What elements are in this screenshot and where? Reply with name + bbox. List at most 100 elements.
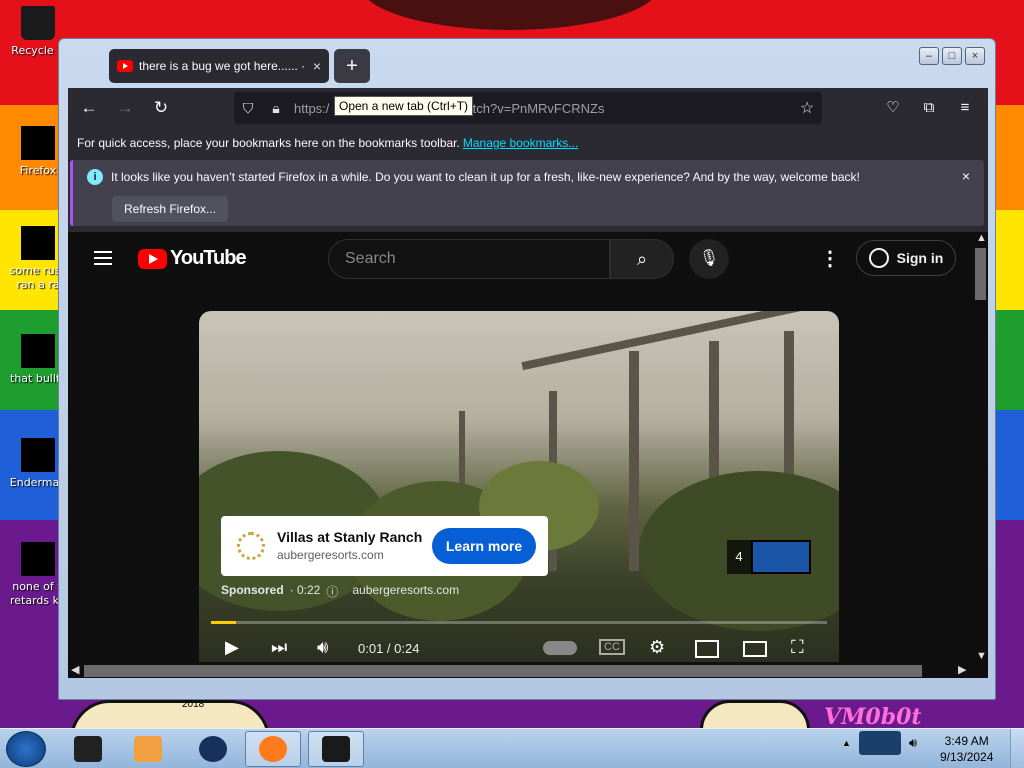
menu-icon[interactable]: ≡	[950, 92, 980, 122]
youtube-search-input[interactable]: Search	[328, 239, 610, 279]
recycle-bin-icon	[21, 6, 55, 40]
fullscreen-icon[interactable]: ⛶	[791, 637, 804, 658]
notification-message: It looks like you haven’t started Firefo…	[111, 170, 860, 184]
autoplay-toggle-icon[interactable]	[543, 641, 577, 655]
sign-in-button[interactable]: Sign in	[856, 240, 956, 276]
microphone-icon[interactable]: 🎙︎	[689, 239, 729, 279]
taskbar: ▲ 🔊︎ 3:49 AM 9/13/2024	[0, 728, 1024, 768]
wallpaper-cream-shape-right	[700, 700, 810, 728]
nav-bar: ← → ↻ ⛉ 🔒︎ https:/ atch?v=PnMRvFCRNZs ☆ ♡…	[68, 88, 988, 128]
wallpaper-cream-shape-left	[70, 700, 270, 728]
scroll-right-icon[interactable]: ▶	[958, 663, 966, 676]
tab-youtube-video[interactable]: there is a bug we got here...... · ×	[109, 49, 329, 83]
horizontal-scroll-thumb[interactable]	[84, 665, 922, 677]
next-video-thumbnail	[751, 540, 811, 574]
scroll-up-icon[interactable]: ▲	[976, 232, 987, 244]
tray-expand-icon[interactable]: ▲	[842, 738, 851, 748]
time-display: 0:01 / 0:24	[358, 641, 420, 656]
taskbar-media-player[interactable]	[120, 731, 176, 767]
taskbar-window[interactable]	[308, 731, 364, 767]
taskbar-firefox[interactable]	[245, 731, 301, 767]
file-icon	[21, 542, 55, 576]
scroll-down-icon[interactable]: ▼	[976, 650, 987, 662]
tab-title: there is a bug we got here...... ·	[139, 59, 306, 73]
sponsored-label: Sponsored	[221, 583, 284, 597]
search-icon[interactable]: ⌕	[610, 239, 674, 279]
video-player[interactable]: Villas at Stanly Ranch aubergeresorts.co…	[199, 311, 839, 671]
lock-icon[interactable]: 🔒︎	[262, 100, 290, 117]
clock-date: 9/13/2024	[940, 750, 994, 764]
sign-in-label: Sign in	[896, 250, 944, 266]
more-options-icon[interactable]: ⋮	[820, 246, 840, 271]
pergola-beam	[521, 311, 817, 371]
reload-button[interactable]: ↻	[146, 93, 176, 123]
scroll-left-icon[interactable]: ◀	[71, 663, 79, 676]
ad-url[interactable]: aubergeresorts.com	[352, 583, 459, 600]
next-icon[interactable]: ⏭	[271, 637, 287, 658]
clock[interactable]: 3:49 AM 9/13/2024	[940, 733, 993, 765]
show-desktop-button[interactable]	[1010, 729, 1024, 768]
globe-icon	[199, 736, 227, 762]
file-icon	[21, 438, 55, 472]
youtube-favicon-icon	[117, 60, 133, 72]
ad-info-icon[interactable]: ⓘ	[326, 583, 338, 600]
refresh-firefox-button[interactable]: Refresh Firefox...	[112, 196, 229, 222]
window-icon	[322, 736, 350, 762]
network-icon[interactable]	[858, 731, 901, 755]
bookmark-star-icon[interactable]: ☆	[792, 98, 822, 118]
vertical-scrollbar[interactable]: ▲ ▼	[973, 232, 988, 664]
account-icon	[868, 248, 889, 268]
hamburger-menu-icon[interactable]	[94, 251, 112, 265]
manage-bookmarks-link[interactable]: Manage bookmarks...	[463, 136, 578, 150]
miniplayer-icon[interactable]	[695, 640, 719, 658]
youtube-logo[interactable]: YouTube	[138, 247, 247, 270]
back-button[interactable]: ←	[74, 93, 104, 123]
youtube-wordmark: YouTube	[170, 247, 247, 269]
progress-bar[interactable]	[211, 621, 827, 624]
captions-icon[interactable]: CC	[599, 639, 625, 655]
pocket-icon[interactable]: ♡	[878, 92, 908, 122]
firefox-icon	[259, 736, 287, 762]
new-tab-button[interactable]: +	[334, 49, 370, 83]
url-text-left: https:/	[294, 100, 330, 116]
file-icon	[21, 334, 55, 368]
tab-bar: there is a bug we got here...... · × +	[67, 47, 977, 87]
wallpaper-text: VM0b0t	[824, 704, 922, 728]
ad-card[interactable]: Villas at Stanly Ranch aubergeresorts.co…	[221, 516, 548, 576]
advertiser-logo-icon	[237, 532, 265, 560]
close-tab-icon[interactable]: ×	[313, 58, 321, 74]
refresh-notification-bar: i It looks like you haven’t started Fire…	[70, 160, 984, 226]
taskbar-app-1[interactable]	[60, 731, 116, 767]
system-tray: ▲ 🔊︎	[842, 731, 917, 755]
play-icon[interactable]: ▶	[225, 637, 239, 658]
new-tab-tooltip: Open a new tab (Ctrl+T)	[334, 96, 474, 116]
advertiser-name: Villas at Stanly Ranch	[277, 529, 423, 545]
volume-icon[interactable]: 🔊︎	[317, 637, 328, 658]
close-notification-icon[interactable]: ×	[962, 168, 970, 184]
firefox-window: – □ × there is a bug we got here...... ·…	[58, 38, 996, 700]
info-icon: i	[87, 169, 103, 185]
ad-info: Sponsored · 0:22 ⓘ aubergeresorts.com	[221, 583, 459, 600]
extensions-icon[interactable]: ⧉	[914, 92, 944, 122]
file-icon	[21, 226, 55, 260]
pergola-post	[629, 351, 639, 571]
learn-more-button[interactable]: Learn more	[432, 528, 536, 564]
settings-gear-icon[interactable]: ⚙	[649, 637, 665, 658]
youtube-play-logo-icon	[138, 248, 167, 269]
taskbar-globe[interactable]	[185, 731, 241, 767]
vertical-scroll-thumb[interactable]	[975, 248, 986, 300]
app-icon	[74, 736, 102, 762]
advertiser-domain: aubergeresorts.com	[277, 548, 384, 562]
volume-tray-icon[interactable]: 🔊︎	[909, 735, 917, 751]
shield-icon[interactable]: ⛉	[234, 100, 262, 117]
theater-mode-icon[interactable]	[743, 641, 767, 657]
progress-fill	[211, 621, 236, 624]
url-bar[interactable]: ⛉ 🔒︎ https:/ atch?v=PnMRvFCRNZs ☆	[234, 92, 822, 124]
start-button[interactable]	[6, 731, 46, 767]
horizontal-scrollbar[interactable]: ◀ ▶	[68, 662, 988, 678]
youtube-header: YouTube Search ⌕ 🎙︎ ⋮ Sign in	[68, 232, 973, 288]
skip-countdown-number: 4	[727, 540, 751, 574]
wallpaper-top-shape	[360, 0, 660, 30]
skip-ad-countdown[interactable]: 4	[727, 540, 811, 574]
forward-button[interactable]: →	[110, 93, 140, 123]
